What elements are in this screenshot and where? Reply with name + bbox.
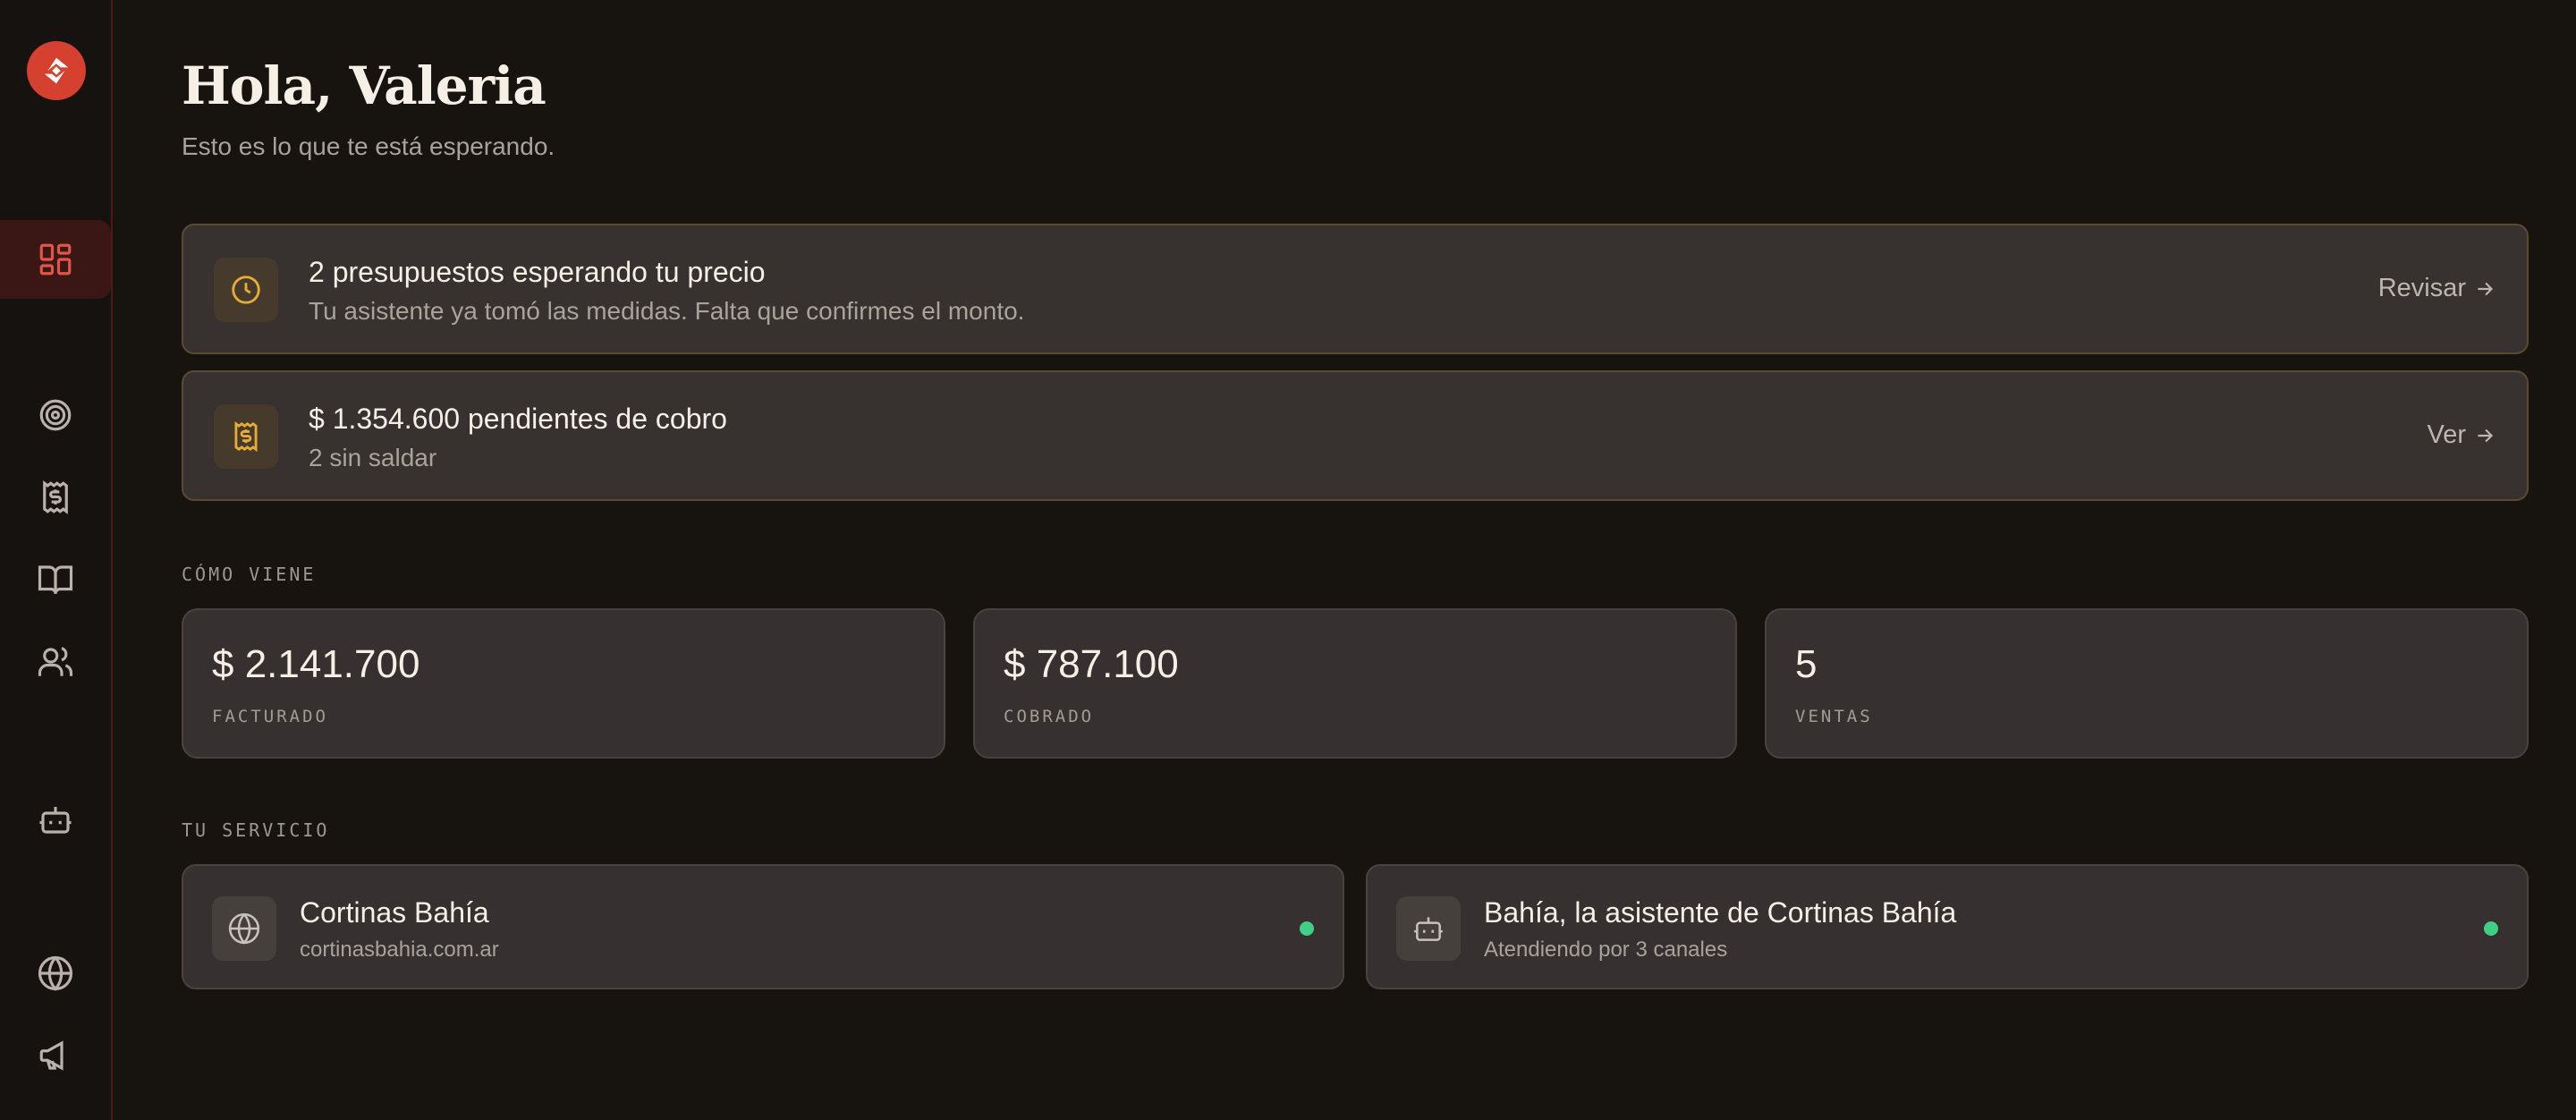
alert-subtitle: 2 sin saldar <box>309 444 437 471</box>
stat-value: 5 <box>1795 642 1818 686</box>
sidebar-item-billing[interactable] <box>0 458 111 537</box>
sidebar-item-marketing[interactable] <box>0 1016 111 1095</box>
bot-icon <box>1414 917 1443 941</box>
review-link[interactable]: Revisar <box>2378 274 2496 303</box>
book-icon <box>38 565 73 594</box>
alert-subtitle: Tu asistente ya tomó las medidas. Falta … <box>309 297 1025 325</box>
arrow-right-icon <box>2478 282 2494 295</box>
receipt-icon <box>43 480 68 514</box>
globe-icon <box>228 912 260 945</box>
arrow-right-icon <box>2478 428 2494 442</box>
main-content: Hola, Valeria Esto es lo que te está esp… <box>114 0 2576 1120</box>
dashboard-icon <box>39 243 72 276</box>
page-title: Hola, Valeria <box>182 55 547 116</box>
status-online-dot <box>1300 921 1314 936</box>
service-icon-box <box>1396 896 1461 961</box>
target-icon <box>39 399 72 431</box>
service-card-website[interactable]: Cortinas Bahía cortinasbahia.com.ar <box>182 864 1344 989</box>
sidebar-item-clients[interactable] <box>0 623 111 701</box>
service-icon-box <box>212 896 276 961</box>
sidebar-item-goals[interactable] <box>0 376 111 454</box>
alert-title: 2 presupuestos esperando tu precio <box>309 256 766 288</box>
receipt-icon <box>234 420 258 453</box>
brand-logo[interactable] <box>27 41 86 100</box>
sidebar-item-assistant[interactable] <box>0 780 111 859</box>
alert-card-payments[interactable]: $ 1.354.600 pendientes de cobro 2 sin sa… <box>182 370 2529 501</box>
stat-card-collected: $ 787.100 COBRADO <box>973 608 1737 759</box>
page-subtitle: Esto es lo que te está esperando. <box>182 132 555 160</box>
logo-icon <box>44 57 69 84</box>
service-card-assistant[interactable]: Bahía, la asistente de Cortinas Bahía At… <box>1366 864 2529 989</box>
bot-icon <box>39 807 72 834</box>
stat-value: $ 787.100 <box>1004 642 1179 686</box>
service-subtitle: Atendiendo por 3 canales <box>1484 938 1728 962</box>
users-icon <box>38 647 73 676</box>
sidebar <box>0 0 113 1120</box>
review-link-label: Revisar <box>2377 274 2466 302</box>
service-subtitle: cortinasbahia.com.ar <box>300 938 499 962</box>
clock-icon <box>232 276 260 304</box>
status-online-dot <box>2484 921 2498 936</box>
app: Hola, Valeria Esto es lo que te está esp… <box>0 0 2576 1120</box>
alert-title: $ 1.354.600 pendientes de cobro <box>309 403 727 435</box>
alert-card-quotes[interactable]: 2 presupuestos esperando tu precio Tu as… <box>182 224 2529 354</box>
stat-card-billed: $ 2.141.700 FACTURADO <box>182 608 945 759</box>
stat-value: $ 2.141.700 <box>212 642 420 686</box>
section-label-service: TU SERVICIO <box>182 819 330 841</box>
service-title: Bahía, la asistente de Cortinas Bahía <box>1484 896 1957 929</box>
alert-icon-box <box>214 258 278 322</box>
sidebar-item-website[interactable] <box>0 934 111 1013</box>
section-label-stats: CÓMO VIENE <box>182 564 317 585</box>
view-link-label: Ver <box>2427 420 2466 449</box>
stat-label: FACTURADO <box>212 707 328 726</box>
globe-icon <box>38 955 73 991</box>
stat-card-sales: 5 VENTAS <box>1765 608 2529 759</box>
sidebar-item-dashboard[interactable] <box>0 220 111 299</box>
stat-label: VENTAS <box>1795 707 1873 726</box>
sidebar-item-catalog[interactable] <box>0 540 111 619</box>
alert-icon-box <box>214 404 278 469</box>
service-title: Cortinas Bahía <box>300 896 489 929</box>
stat-label: COBRADO <box>1004 707 1095 726</box>
megaphone-icon <box>39 1040 64 1071</box>
view-link[interactable]: Ver <box>2427 420 2496 450</box>
